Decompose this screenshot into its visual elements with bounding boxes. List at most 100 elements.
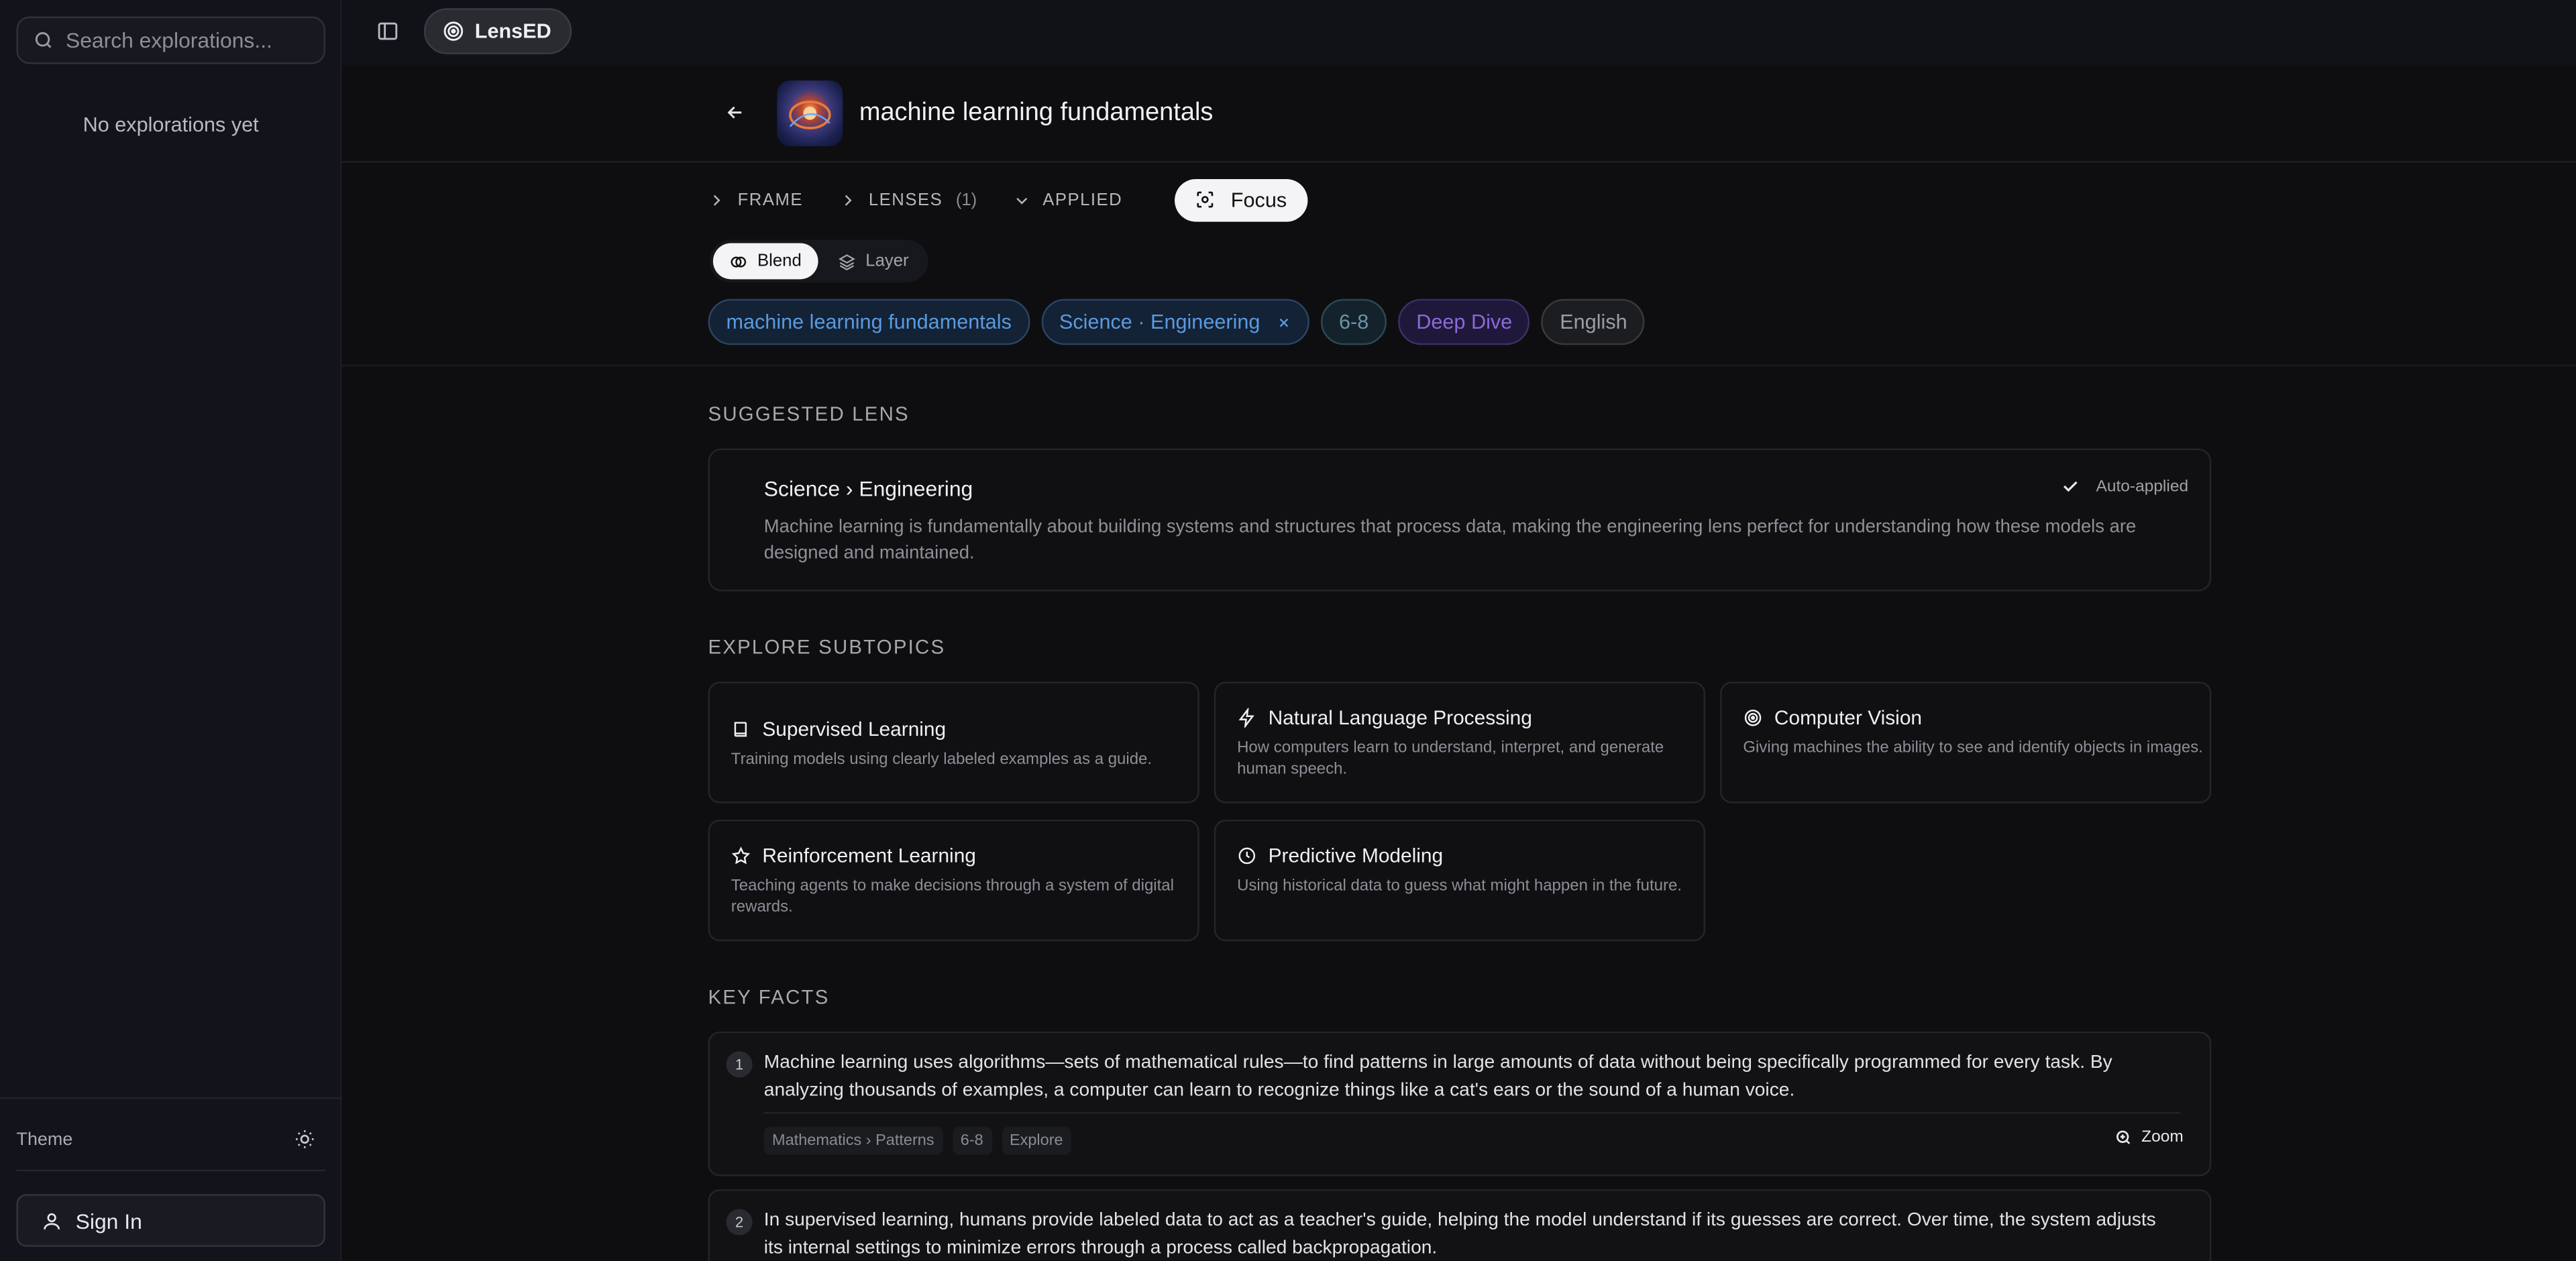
subtopic-description: Training models using clearly labeled ex… xyxy=(731,751,1152,769)
back-arrow-icon[interactable] xyxy=(724,102,746,123)
applied-toggle[interactable]: APPLIED xyxy=(1013,190,1122,209)
layer-label: Layer xyxy=(865,251,909,272)
divider xyxy=(763,1111,2180,1114)
applied-label: APPLIED xyxy=(1042,189,1123,210)
blend-label: Blend xyxy=(757,251,802,272)
subtopic-header: Computer Vision xyxy=(1743,706,1922,729)
subtopic-title: Reinforcement Learning xyxy=(762,844,976,868)
frame-row: FRAME LENSES (1) APPLIED Focus xyxy=(708,177,1309,221)
subtopics-grid: Supervised Learning Training models usin… xyxy=(708,681,2213,942)
suggested-lens-heading: SUGGESTED LENS xyxy=(708,402,910,426)
subtopic-header: Predictive Modeling xyxy=(1237,844,1443,867)
lens-logo-icon xyxy=(442,19,465,42)
subtopic-description: Giving machines the ability to see and i… xyxy=(1743,739,2203,757)
frame-label: FRAME xyxy=(737,189,803,210)
zoom-label: Zoom xyxy=(2141,1128,2184,1147)
focus-label: Focus xyxy=(1230,188,1287,211)
focus-button[interactable]: Focus xyxy=(1175,178,1309,221)
fact-tag: Mathematics › Patterns xyxy=(763,1127,943,1155)
chip-language[interactable]: English xyxy=(1542,298,1646,345)
suggested-lens-card[interactable]: Science › Engineering Auto-applied Machi… xyxy=(708,448,2212,592)
lens-name: Science › Engineering xyxy=(763,476,973,501)
sign-in-button[interactable]: Sign In xyxy=(16,1194,325,1247)
frame-toggle[interactable]: FRAME xyxy=(708,190,803,209)
target-icon xyxy=(1743,708,1762,728)
star-icon xyxy=(731,846,751,865)
subtopic-card[interactable]: Predictive Modeling Using historical dat… xyxy=(1214,820,1706,942)
lens-description: Machine learning is fundamentally about … xyxy=(763,517,2137,564)
subtopic-title: Predictive Modeling xyxy=(1268,844,1444,868)
sidebar-footer: Theme Sign In xyxy=(0,1097,342,1261)
brand-name: LensED xyxy=(474,19,551,43)
chip-label: 6-8 xyxy=(1338,310,1369,334)
lenses-label: LENSES xyxy=(868,189,943,210)
chevron-right-icon xyxy=(839,191,855,207)
search-input[interactable] xyxy=(65,28,313,53)
blend-icon xyxy=(729,252,747,270)
chip-label: Deep Dive xyxy=(1416,310,1513,334)
chip-topic[interactable]: machine learning fundamentals xyxy=(708,298,1030,345)
clock-icon xyxy=(1237,846,1256,865)
subtopic-header: Supervised Learning xyxy=(731,718,946,741)
chevron-right-icon xyxy=(708,191,724,207)
key-fact-card: 1 Machine learning uses algorithms—sets … xyxy=(708,1031,2212,1176)
fact-text: In supervised learning, humans provide l… xyxy=(763,1210,2156,1258)
page-title: machine learning fundamentals xyxy=(859,98,1214,127)
topbar: LensED xyxy=(341,0,2576,66)
subtopic-header: Reinforcement Learning xyxy=(731,844,976,867)
user-icon xyxy=(41,1210,62,1231)
close-icon[interactable] xyxy=(1277,315,1291,329)
auto-applied-status: Auto-applied xyxy=(2060,476,2188,496)
blend-layer-toggle: Blend Layer xyxy=(709,239,928,283)
fact-tag: Explore xyxy=(1001,1127,1071,1155)
auto-applied-label: Auto-applied xyxy=(2096,477,2189,496)
sidebar: No explorations yet Theme Sign In xyxy=(0,0,342,1261)
subtopic-card[interactable]: Computer Vision Giving machines the abil… xyxy=(1720,681,2212,804)
zoom-in-icon xyxy=(2115,1128,2133,1146)
chip-depth[interactable]: Deep Dive xyxy=(1398,298,1531,345)
divider xyxy=(341,364,2576,367)
search-box[interactable] xyxy=(16,16,325,64)
brand-button[interactable]: LensED xyxy=(423,8,572,54)
page-header: machine learning fundamentals xyxy=(341,66,2576,163)
lightning-icon xyxy=(1237,708,1256,728)
lenses-count: (1) xyxy=(955,189,977,210)
sidebar-toggle-icon[interactable] xyxy=(376,19,399,42)
applied-chips: machine learning fundamentals Science · … xyxy=(708,298,1646,345)
key-facts-heading: KEY FACTS xyxy=(708,985,830,1009)
chip-grade[interactable]: 6-8 xyxy=(1321,298,1387,345)
chevron-down-icon xyxy=(1013,191,1029,207)
sun-icon[interactable] xyxy=(294,1128,315,1150)
zoom-button[interactable]: Zoom xyxy=(2115,1128,2184,1146)
subtopic-description: How computers learn to understand, inter… xyxy=(1237,739,1664,779)
fact-tags: Mathematics › Patterns 6-8 Explore xyxy=(763,1127,1071,1155)
divider xyxy=(16,1169,325,1172)
chip-lens[interactable]: Science · Engineering xyxy=(1040,298,1309,345)
sign-in-label: Sign In xyxy=(75,1208,142,1233)
subtopic-header: Natural Language Processing xyxy=(1237,706,1532,729)
book-icon xyxy=(731,720,751,739)
search-icon xyxy=(33,30,54,51)
empty-explorations-text: No explorations yet xyxy=(83,113,259,137)
fact-number: 2 xyxy=(726,1209,753,1236)
blend-option[interactable]: Blend xyxy=(712,243,818,280)
subtopic-card[interactable]: Natural Language Processing How computer… xyxy=(1214,681,1706,804)
subtopic-title: Natural Language Processing xyxy=(1268,706,1532,730)
key-fact-card: 2 In supervised learning, humans provide… xyxy=(708,1189,2212,1261)
chip-label: Science · Engineering xyxy=(1059,310,1260,334)
topic-thumbnail xyxy=(777,80,843,146)
theme-row: Theme xyxy=(16,1128,315,1150)
fact-text: Machine learning uses algorithms—sets of… xyxy=(763,1052,2112,1100)
subtopic-card[interactable]: Reinforcement Learning Teaching agents t… xyxy=(708,820,1199,942)
chip-label: machine learning fundamentals xyxy=(726,310,1012,334)
layer-option[interactable]: Layer xyxy=(821,243,925,279)
chip-label: English xyxy=(1560,310,1627,334)
subtopic-description: Teaching agents to make decisions throug… xyxy=(731,877,1175,917)
lenses-toggle[interactable]: LENSES (1) xyxy=(839,190,977,209)
layers-icon xyxy=(838,252,856,270)
subtopic-card[interactable]: Supervised Learning Training models usin… xyxy=(708,681,1199,804)
check-icon xyxy=(2060,476,2080,496)
subtopics-heading: EXPLORE SUBTOPICS xyxy=(708,635,946,659)
theme-label: Theme xyxy=(16,1129,73,1150)
fact-tag: 6-8 xyxy=(952,1127,992,1155)
